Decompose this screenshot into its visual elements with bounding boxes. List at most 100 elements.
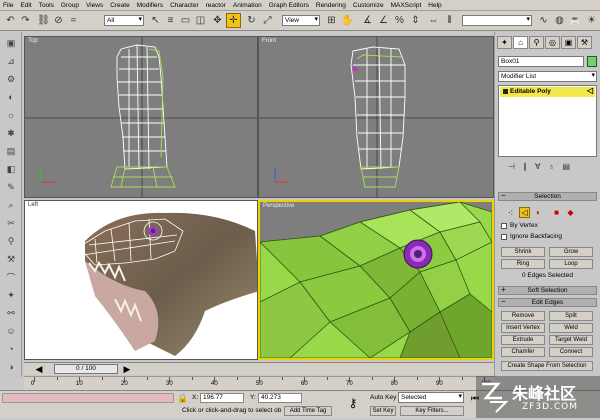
motion-icon[interactable]: ◐: [3, 90, 19, 104]
split-button[interactable]: Split: [549, 311, 593, 321]
edge-mode-icon[interactable]: ◁: [519, 207, 530, 218]
viewport-label[interactable]: Front: [262, 38, 276, 44]
select-and-scale-icon[interactable]: ⤢: [260, 13, 275, 28]
grow-button[interactable]: Grow: [549, 247, 593, 257]
y-coordinate-field[interactable]: 40.273: [258, 393, 302, 403]
select-by-name-icon[interactable]: ≡: [163, 13, 178, 28]
window-crossing-icon[interactable]: ◫: [193, 13, 208, 28]
configure-sets-icon[interactable]: ▤: [562, 162, 570, 174]
material-editor-icon[interactable]: ◍: [552, 13, 567, 28]
ignore-backfacing-checkbox[interactable]: Ignore Backfacing: [501, 233, 562, 240]
menu-item-animation[interactable]: Animation: [233, 2, 262, 9]
create-tab-icon[interactable]: ✦: [497, 36, 512, 49]
cube-icon[interactable]: ◧: [3, 162, 19, 176]
align-icon[interactable]: ⫴: [442, 13, 457, 28]
named-selection-dropdown[interactable]: [462, 15, 532, 26]
x-coordinate-field[interactable]: 196.77: [200, 393, 244, 403]
vertex-mode-icon[interactable]: ·:: [505, 207, 516, 218]
viewport-perspective[interactable]: Perspective: [258, 200, 494, 360]
viewport-label[interactable]: Top: [28, 38, 38, 44]
menu-item-rendering[interactable]: Rendering: [316, 2, 346, 9]
utilities-tab-icon[interactable]: ⚒: [577, 36, 592, 49]
pin-stack-icon[interactable]: ⊣: [508, 162, 515, 174]
reference-coordinate-dropdown[interactable]: View: [282, 15, 320, 26]
create-box-icon[interactable]: ▣: [3, 36, 19, 50]
menu-item-modifiers[interactable]: Modifiers: [137, 2, 163, 9]
pivot-icon[interactable]: ⊞: [324, 13, 339, 28]
make-unique-icon[interactable]: ∀: [535, 162, 540, 174]
shapes-icon[interactable]: ⌒: [3, 270, 19, 284]
menu-item-customize[interactable]: Customize: [353, 2, 384, 9]
select-and-move-icon[interactable]: ✥: [210, 13, 225, 28]
motion-tab-icon[interactable]: ◎: [545, 36, 560, 49]
systems-icon[interactable]: ⚒: [3, 252, 19, 266]
chamfer-button[interactable]: Chamfer: [501, 347, 545, 357]
menu-item-maxscript[interactable]: MAXScript: [391, 2, 422, 9]
particles-icon[interactable]: ✦: [3, 288, 19, 302]
weld-button[interactable]: Weld: [549, 323, 593, 333]
select-manipulate-icon[interactable]: ✋: [340, 13, 355, 28]
render-setup-icon[interactable]: ☕: [568, 13, 583, 28]
key-filters-button[interactable]: Key Filters...: [400, 406, 464, 416]
helpers-icon[interactable]: ✂: [3, 216, 19, 230]
viewport-top[interactable]: Top: [24, 36, 258, 198]
spacewarps-icon[interactable]: ⚲: [3, 234, 19, 248]
target-weld-button[interactable]: Target Weld: [549, 335, 593, 345]
utilities-icon[interactable]: ✱: [3, 126, 19, 140]
menu-item-views[interactable]: Views: [86, 2, 103, 9]
polygon-mode-icon[interactable]: ■: [551, 207, 562, 218]
remove-modifier-icon[interactable]: ♁: [548, 162, 554, 174]
goto-start-icon[interactable]: ⏮: [468, 392, 482, 404]
menu-item-create[interactable]: Create: [110, 2, 130, 9]
connect-button[interactable]: Connect: [549, 347, 593, 357]
remove-button[interactable]: Remove: [501, 311, 545, 321]
menu-item-reactor[interactable]: reactor: [206, 2, 226, 9]
undo-icon[interactable]: ↶: [3, 13, 18, 28]
morph-icon[interactable]: ◑: [3, 360, 19, 374]
viewport-label[interactable]: Left: [28, 202, 38, 208]
create-shape-button[interactable]: Create Shape From Selection: [501, 361, 593, 371]
object-color-swatch[interactable]: [587, 56, 597, 67]
add-time-tag-button[interactable]: Add Time Tag: [284, 406, 332, 416]
quick-render-icon[interactable]: ☀: [584, 13, 599, 28]
select-object-icon[interactable]: ↖: [148, 13, 163, 28]
viewport-front[interactable]: Front: [258, 36, 494, 198]
camera-icon[interactable]: ⌕: [3, 198, 19, 212]
maxscript-listener[interactable]: [2, 393, 174, 403]
unlink-icon[interactable]: ⊘: [51, 13, 66, 28]
loop-button[interactable]: Loop: [549, 259, 593, 269]
menu-item-file[interactable]: File: [3, 2, 13, 9]
select-and-rotate-icon[interactable]: ↻: [244, 13, 259, 28]
bind-space-warp-icon[interactable]: ≈: [66, 13, 81, 28]
show-end-result-icon[interactable]: ∥: [523, 162, 527, 174]
auto-key-label[interactable]: Auto Key: [370, 394, 396, 401]
scroll-right-icon[interactable]: ▶: [120, 363, 134, 375]
object-name-field[interactable]: Box01: [498, 56, 584, 67]
menu-item-tools[interactable]: Tools: [39, 2, 54, 9]
time-slider[interactable]: 0 / 100: [54, 364, 118, 374]
curve-editor-icon[interactable]: ∿: [536, 13, 551, 28]
key-mode-dropdown[interactable]: Selected: [398, 392, 464, 403]
modify-icon[interactable]: ⊿: [3, 54, 19, 68]
skin-icon[interactable]: ◔: [3, 342, 19, 356]
percent-snap-icon[interactable]: %: [392, 13, 407, 28]
modifier-list-dropdown[interactable]: Modifier List: [498, 71, 597, 82]
link-icon[interactable]: ⛓: [36, 13, 51, 28]
biped-icon[interactable]: ☺: [3, 324, 19, 338]
hierarchy-tab-icon[interactable]: ⚲: [529, 36, 544, 49]
display-tab-icon[interactable]: ▣: [561, 36, 576, 49]
spinner-snap-icon[interactable]: ⇕: [408, 13, 423, 28]
display-icon[interactable]: ☼: [3, 108, 19, 122]
insert-vertex-button[interactable]: Insert Vertex: [501, 323, 545, 333]
snap-icon[interactable]: ∡: [360, 13, 375, 28]
border-mode-icon[interactable]: ◐: [533, 207, 544, 218]
menu-item-group[interactable]: Group: [61, 2, 79, 9]
viewport-label[interactable]: Perspective: [263, 203, 294, 209]
menu-item-edit[interactable]: Edit: [20, 2, 31, 9]
track-bar[interactable]: 0 10 20 30 40 50 60 70 80 90 100: [24, 376, 494, 390]
menu-item-help[interactable]: Help: [428, 2, 441, 9]
rectangular-selection-icon[interactable]: ▭: [178, 13, 193, 28]
element-mode-icon[interactable]: ◆: [565, 207, 576, 218]
redo-icon[interactable]: ↷: [18, 13, 33, 28]
menu-item-character[interactable]: Character: [170, 2, 199, 9]
